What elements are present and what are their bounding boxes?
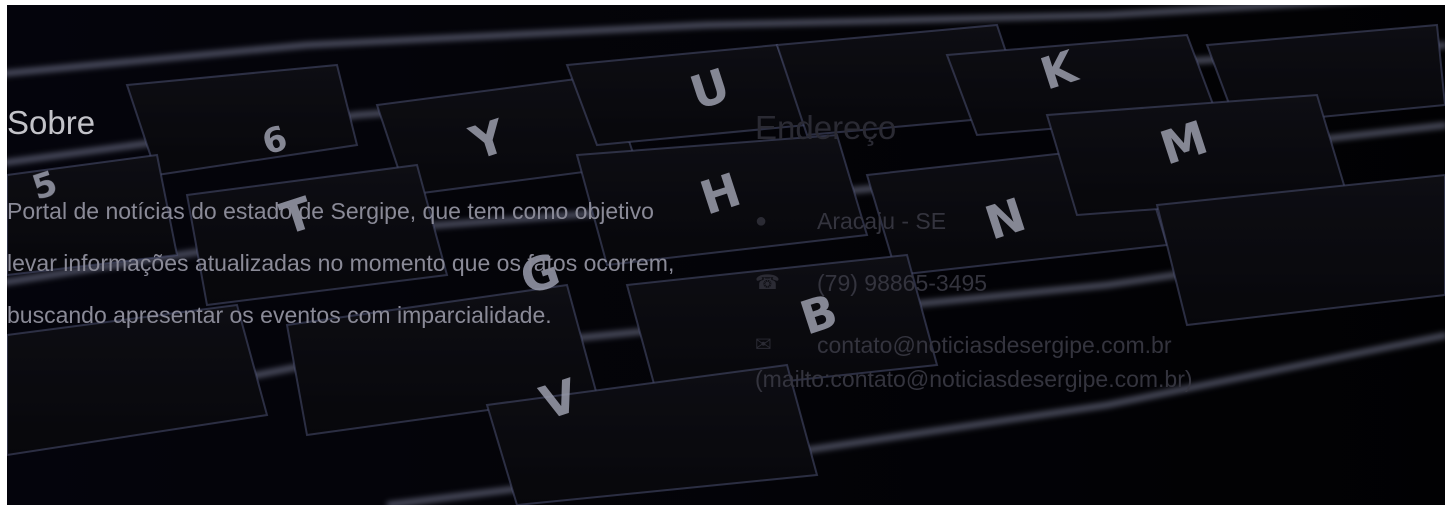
email-link[interactable]: contato@noticiasdesergipe.com.br (mailto… — [755, 328, 1193, 396]
address-text: Aracaju - SE — [817, 208, 947, 234]
phone-text: (79) 98865-3495 — [817, 270, 988, 296]
contact-phone: ☎ (79) 98865-3495 — [755, 268, 1275, 298]
contact-address: ● Aracaju - SE — [755, 206, 1275, 236]
contact-title: Endereço — [755, 109, 897, 146]
about-section: Sobre Portal de notícias do estado de Se… — [7, 101, 707, 341]
email-text: contato@noticiasdesergipe.com.br — [817, 332, 1172, 358]
mailto-text: (mailto:contato@noticiasdesergipe.com.br… — [755, 366, 1193, 392]
contact-section: Endereço ● Aracaju - SE ☎ (79) 98865-349… — [755, 106, 1275, 396]
about-title: Sobre — [7, 104, 96, 141]
phone-icon: ☎ — [755, 272, 780, 294]
contact-email: ✉ contato@noticiasdesergipe.com.br (mail… — [755, 328, 1275, 396]
site-footer: U Y H K M N B G V T 6 5 Sobre Portal de … — [7, 5, 1445, 505]
about-text: Portal de notícias do estado de Sergipe,… — [7, 198, 675, 328]
location-icon: ● — [755, 210, 768, 232]
envelope-icon: ✉ — [755, 334, 772, 356]
